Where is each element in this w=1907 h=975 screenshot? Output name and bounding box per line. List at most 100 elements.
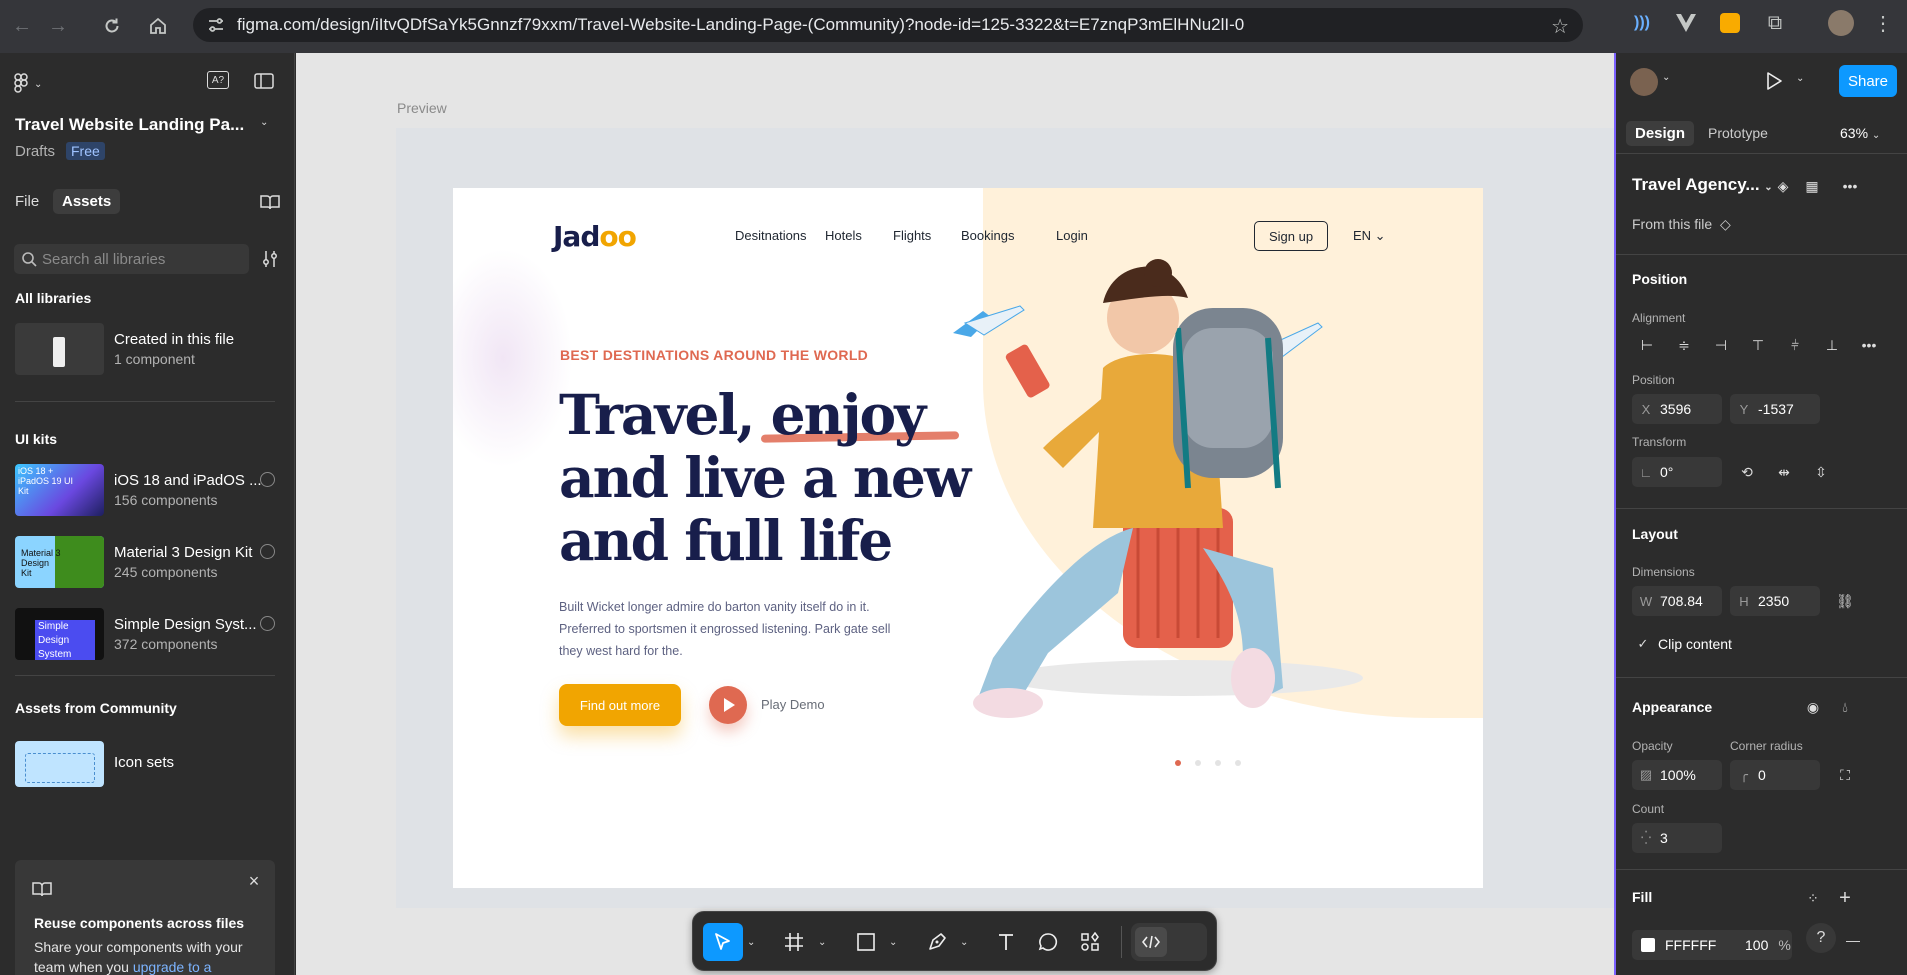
design-canvas[interactable]: Preview Jadoo Desitnations Hotels Flight… — [296, 53, 1614, 975]
ai-translate-icon[interactable]: A? — [207, 71, 229, 89]
shape-tool-button[interactable] — [849, 923, 883, 961]
more-align-icon[interactable]: ••• — [1858, 334, 1880, 356]
figma-menu[interactable]: ⌄ — [14, 73, 42, 95]
rotation-field[interactable]: ∟ 0° — [1632, 457, 1722, 487]
forward-icon[interactable]: → — [36, 4, 80, 48]
drafts-label[interactable]: Drafts — [15, 143, 55, 160]
play-demo-label[interactable]: Play Demo — [761, 697, 825, 712]
more-options-icon[interactable]: ••• — [1839, 175, 1861, 197]
clip-content-checkbox[interactable]: ✓ — [1632, 633, 1654, 655]
move-tool-button[interactable] — [703, 923, 743, 961]
library-ios-kit[interactable]: iOS 18 + iPadOS 19 UI Kit iOS 18 and iPa… — [15, 464, 275, 518]
opacity-field[interactable]: ▨ 100% — [1632, 760, 1722, 790]
frame-tool-button[interactable] — [777, 923, 811, 961]
user-menu-chevron-icon[interactable]: ⌄ — [1662, 72, 1670, 83]
corner-radius-field[interactable]: ╭ 0 — [1730, 760, 1820, 790]
fill-styles-icon[interactable]: ⁘ — [1802, 887, 1824, 909]
profile-avatar[interactable] — [1828, 10, 1854, 36]
fill-color-field[interactable]: FFFFFF 100 % — [1632, 930, 1792, 960]
tab-prototype[interactable]: Prototype — [1708, 125, 1768, 141]
x-position-field[interactable]: X 3596 — [1632, 394, 1722, 424]
tab-assets[interactable]: Assets — [53, 189, 121, 214]
align-right-icon[interactable]: ⊣ — [1710, 334, 1732, 356]
site-language[interactable]: EN ⌄ — [1353, 228, 1386, 244]
close-icon[interactable]: × — [243, 870, 265, 892]
visibility-eye-icon[interactable]: ◉ — [1802, 696, 1824, 718]
text-tool-button[interactable] — [989, 923, 1023, 961]
library-book-icon[interactable] — [259, 191, 281, 213]
width-field[interactable]: W 708.84 — [1632, 586, 1722, 616]
align-bottom-icon[interactable]: ⊥ — [1821, 334, 1843, 356]
site-nav-flights[interactable]: Flights — [893, 228, 931, 243]
add-fill-icon[interactable]: + — [1834, 887, 1856, 909]
library-created-in-file[interactable]: Created in this file 1 component — [15, 323, 275, 377]
count-field[interactable]: ⁛ 3 — [1632, 823, 1722, 853]
site-nav-hotels[interactable]: Hotels — [825, 228, 862, 243]
file-title-chevron-icon[interactable]: ⌄ — [260, 117, 268, 128]
height-field[interactable]: H 2350 — [1730, 586, 1820, 616]
present-play-icon[interactable] — [1763, 70, 1785, 92]
pen-tool-chevron-icon[interactable]: ⌄ — [960, 923, 968, 961]
blend-drop-icon[interactable]: 💧︎ — [1834, 696, 1856, 718]
zoom-level[interactable]: 63% ⌄ — [1840, 125, 1880, 141]
site-login[interactable]: Login — [1056, 228, 1088, 243]
fill-swatch[interactable] — [1641, 938, 1655, 952]
address-bar[interactable]: figma.com/design/iItvQDfSaYk5Gnnzf79xxm/… — [193, 8, 1583, 42]
remove-fill-icon[interactable]: — — [1842, 929, 1864, 951]
landing-page-frame[interactable]: Jadoo Desitnations Hotels Flights Bookin… — [453, 188, 1483, 888]
browser-menu-icon[interactable]: ⋮ — [1870, 10, 1896, 36]
filter-settings-icon[interactable] — [259, 248, 281, 270]
constrain-proportions-icon[interactable]: ⛓ — [1834, 590, 1856, 612]
extension-notes-icon[interactable] — [1717, 10, 1743, 36]
extension-vuetify-icon[interactable] — [1673, 10, 1699, 36]
site-signup-button[interactable]: Sign up — [1254, 221, 1328, 251]
clip-content-label[interactable]: Clip content — [1658, 636, 1732, 652]
library-simple-design[interactable]: Simple Design System Simple Design Syst.… — [15, 608, 275, 662]
shape-tool-chevron-icon[interactable]: ⌄ — [889, 923, 897, 961]
flip-vertical-icon[interactable]: ⇳ — [1810, 461, 1832, 483]
present-chevron-icon[interactable]: ⌄ — [1796, 73, 1804, 84]
align-left-icon[interactable]: ⊢ — [1636, 334, 1658, 356]
grid-layout-icon[interactable]: ▦ — [1801, 175, 1823, 197]
rotate-icon[interactable]: ⟲ — [1736, 461, 1758, 483]
home-icon[interactable] — [136, 4, 180, 48]
align-top-icon[interactable]: ⊤ — [1747, 334, 1769, 356]
search-input[interactable]: Search all libraries — [14, 244, 249, 274]
extension-voice-icon[interactable]: ))) — [1629, 10, 1655, 36]
file-title[interactable]: Travel Website Landing Pa... — [15, 115, 244, 135]
pen-tool-button[interactable] — [920, 923, 954, 961]
find-out-more-button[interactable]: Find out more — [559, 684, 681, 726]
help-icon[interactable]: ? — [1806, 923, 1836, 953]
actions-tool-button[interactable] — [1073, 923, 1107, 961]
flip-horizontal-icon[interactable]: ⇹ — [1773, 461, 1795, 483]
tab-file[interactable]: File — [15, 193, 39, 210]
community-icon-sets[interactable]: Icon sets — [15, 741, 275, 795]
component-diamond-icon[interactable]: ◈ — [1772, 175, 1794, 197]
tab-design[interactable]: Design — [1626, 121, 1695, 146]
frame-label[interactable]: Preview — [397, 100, 447, 116]
bookmark-star-icon[interactable]: ☆ — [1551, 14, 1569, 39]
sidebar-toggle-icon[interactable] — [253, 70, 275, 92]
align-center-v-icon[interactable]: ⫩ — [1784, 334, 1806, 356]
site-nav-destinations[interactable]: Desitnations — [735, 228, 807, 243]
frame-tool-chevron-icon[interactable]: ⌄ — [818, 923, 826, 961]
individual-corners-icon[interactable]: ⛶ — [1834, 764, 1856, 786]
component-name[interactable]: Travel Agency... ⌄ — [1632, 175, 1773, 195]
from-file-label[interactable]: From this file ◇ — [1632, 216, 1731, 233]
properties-panel: ⌄ ⌄ Share Design Prototype 63% ⌄ Travel … — [1614, 53, 1907, 975]
y-position-field[interactable]: Y -1537 — [1730, 394, 1820, 424]
user-avatar[interactable] — [1630, 68, 1658, 96]
reload-icon[interactable] — [90, 4, 134, 48]
site-settings-icon[interactable] — [207, 16, 225, 34]
move-tool-chevron-icon[interactable]: ⌄ — [747, 923, 755, 961]
share-button[interactable]: Share — [1839, 65, 1897, 97]
count-value: 3 — [1660, 830, 1668, 846]
dev-mode-toggle[interactable] — [1131, 923, 1207, 961]
carousel-dots[interactable] — [1175, 760, 1265, 768]
library-material-kit[interactable]: Material 3 Design Kit Material 3 Design … — [15, 536, 275, 590]
play-demo-icon[interactable] — [709, 686, 747, 724]
comment-tool-button[interactable] — [1031, 923, 1065, 961]
site-nav-bookings[interactable]: Bookings — [961, 228, 1014, 243]
extensions-puzzle-icon[interactable]: ⧉ — [1762, 10, 1788, 36]
align-center-h-icon[interactable]: ≑ — [1673, 334, 1695, 356]
